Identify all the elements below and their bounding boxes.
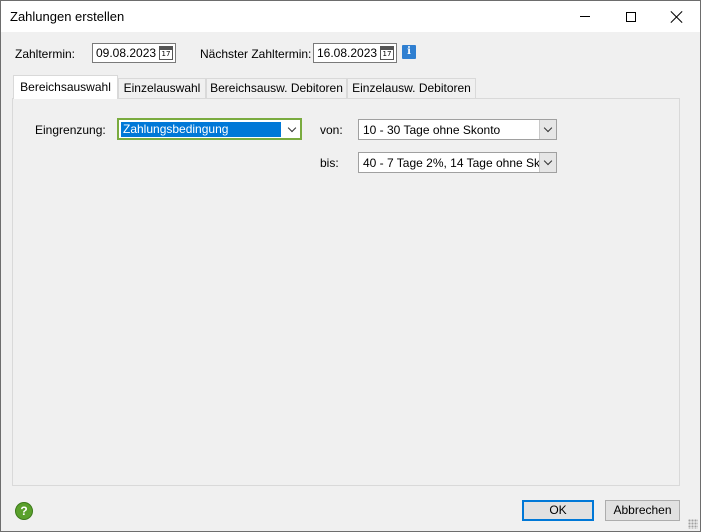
eingrenzung-label: Eingrenzung:: [35, 123, 106, 137]
eingrenzung-value: Zahlungsbedingung: [121, 122, 281, 137]
bis-label: bis:: [320, 156, 339, 170]
tab-bereichsausw-debitoren[interactable]: Bereichsausw. Debitoren: [206, 78, 347, 98]
help-icon[interactable]: ?: [15, 502, 33, 520]
close-icon: [671, 11, 683, 23]
zahltermin-label: Zahltermin:: [15, 47, 76, 61]
resize-grip[interactable]: [688, 519, 698, 529]
chevron-down-icon[interactable]: [283, 120, 300, 138]
tab-einzelauswahl[interactable]: Einzelauswahl: [118, 78, 206, 98]
calendar-icon[interactable]: 17: [380, 46, 394, 60]
chevron-down-icon[interactable]: [539, 153, 556, 172]
maximize-button[interactable]: [608, 1, 654, 32]
cancel-button[interactable]: Abbrechen: [605, 500, 680, 521]
minimize-icon: [580, 16, 590, 17]
tab-panel: [12, 98, 680, 486]
maximize-icon: [626, 11, 636, 22]
title-bar[interactable]: Zahlungen erstellen: [1, 1, 700, 32]
tab-bereichsauswahl[interactable]: Bereichsauswahl: [13, 75, 118, 99]
minimize-button[interactable]: [562, 1, 608, 32]
naechster-zahltermin-value: 16.08.2023: [317, 46, 378, 60]
ok-button[interactable]: OK: [522, 500, 594, 521]
bis-select[interactable]: 40 - 7 Tage 2%, 14 Tage ohne Skonto: [358, 152, 557, 173]
info-icon[interactable]: i: [402, 45, 416, 59]
zahltermin-value: 09.08.2023: [96, 46, 157, 60]
von-select[interactable]: 10 - 30 Tage ohne Skonto: [358, 119, 557, 140]
zahltermin-date-field[interactable]: 09.08.2023 17: [92, 43, 176, 63]
naechster-zahltermin-date-field[interactable]: 16.08.2023 17: [313, 43, 397, 63]
tab-einzelausw-debitoren[interactable]: Einzelausw. Debitoren: [347, 78, 476, 98]
naechster-zahltermin-label: Nächster Zahltermin:: [200, 47, 312, 61]
dialog-window: Zahlungen erstellen Zahltermin: 09.08.20…: [0, 0, 701, 532]
chevron-down-icon[interactable]: [539, 120, 556, 139]
von-label: von:: [320, 123, 343, 137]
von-value: 10 - 30 Tage ohne Skonto: [363, 123, 501, 137]
close-button[interactable]: [654, 1, 700, 32]
window-title: Zahlungen erstellen: [10, 9, 125, 24]
bis-value: 40 - 7 Tage 2%, 14 Tage ohne Skonto: [363, 156, 557, 170]
eingrenzung-select[interactable]: Zahlungsbedingung: [117, 118, 302, 140]
calendar-icon[interactable]: 17: [159, 46, 173, 60]
